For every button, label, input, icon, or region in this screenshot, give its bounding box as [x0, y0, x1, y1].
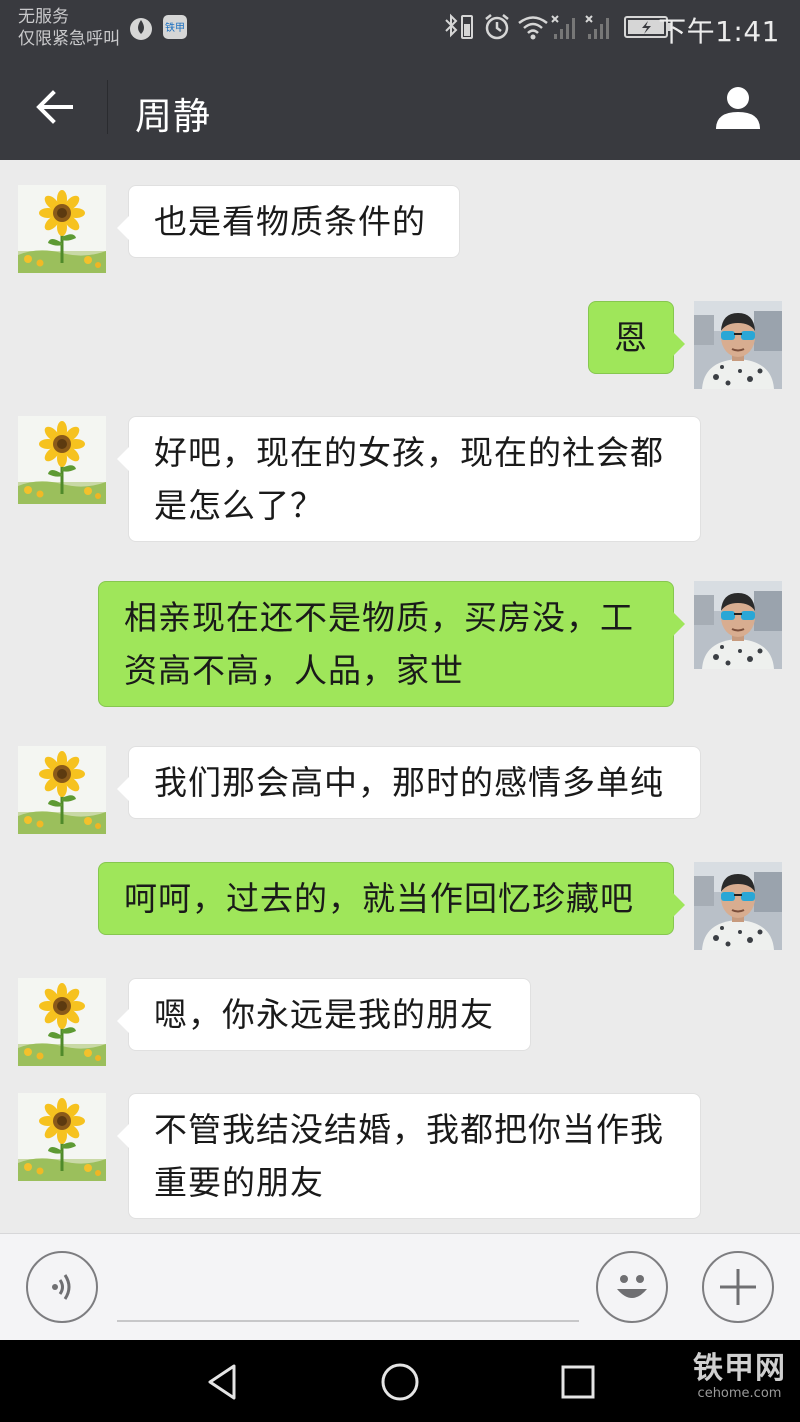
chat-info-button[interactable] [710, 82, 766, 134]
message-text: 我们那会高中，那时的感情多单纯 [154, 763, 664, 802]
plus-icon [720, 1269, 756, 1305]
contact-avatar[interactable] [18, 746, 106, 834]
carrier-line-2: 仅限紧急呼叫 [18, 29, 120, 49]
smiley-icon [617, 1275, 647, 1298]
app-badge-label: 铁甲 [165, 21, 185, 34]
contact-avatar[interactable] [18, 185, 106, 273]
site-watermark: 铁甲网 cehome.com [693, 1352, 786, 1402]
contact-avatar[interactable] [18, 1093, 106, 1181]
my-avatar[interactable] [694, 581, 782, 669]
carrier-line-1: 无服务 [18, 7, 69, 27]
system-nav-bar: 铁甲网 cehome.com [0, 1340, 800, 1422]
outgoing-message-bubble[interactable]: 恩 [588, 301, 685, 374]
incoming-message-bubble[interactable]: 嗯，你永远是我的朋友 [117, 978, 531, 1051]
more-actions-button[interactable] [702, 1251, 774, 1323]
input-bar [0, 1233, 800, 1340]
person-icon [716, 87, 760, 129]
triangle-back-icon [208, 1364, 236, 1400]
chat-message-list[interactable]: 也是看物质条件的 恩 好吧，现在的女孩，现在的社会都是怎么了？ 相亲现在还不是物… [0, 160, 800, 1233]
status-bar: 无服务 仅限紧急呼叫 铁甲 下午1:41 [0, 0, 800, 56]
bluetooth-icon [440, 12, 476, 46]
header-divider [107, 80, 108, 134]
contact-avatar[interactable] [18, 978, 106, 1066]
top-bar: 无服务 仅限紧急呼叫 铁甲 下午1:41 周静 [0, 0, 800, 160]
app-badge-icon: 铁甲 [162, 14, 188, 44]
message-text: 也是看物质条件的 [154, 202, 426, 241]
contact-avatar[interactable] [18, 416, 106, 504]
message-text: 嗯，你永远是我的朋友 [154, 995, 494, 1034]
carrier-info: 无服务 仅限紧急呼叫 [18, 6, 120, 50]
voice-icon [52, 1274, 71, 1300]
signal-2-icon [584, 12, 614, 46]
message-text: 相亲现在还不是物质，买房没，工资高不高，人品，家世 [124, 598, 634, 690]
chat-title: 周静 [135, 95, 211, 138]
signal-1-icon [550, 12, 580, 46]
incoming-message-bubble[interactable]: 也是看物质条件的 [117, 185, 460, 258]
nav-home-button[interactable] [376, 1358, 424, 1406]
status-time: 下午1:41 [658, 15, 780, 48]
incoming-message-bubble[interactable]: 我们那会高中，那时的感情多单纯 [117, 746, 701, 819]
watermark-sub: cehome.com [697, 1386, 782, 1401]
alarm-icon [482, 12, 512, 46]
message-input[interactable] [117, 1254, 579, 1318]
wifi-icon [516, 12, 550, 46]
outgoing-message-bubble[interactable]: 呵呵，过去的，就当作回忆珍藏吧 [98, 862, 685, 935]
incoming-message-bubble[interactable]: 不管我结没结婚，我都把你当作我重要的朋友 [117, 1093, 701, 1219]
outgoing-message-bubble[interactable]: 相亲现在还不是物质，买房没，工资高不高，人品，家世 [98, 581, 685, 707]
nav-recents-button[interactable] [554, 1358, 602, 1406]
notification-drop-icon [128, 15, 154, 45]
message-input-underline [117, 1320, 579, 1322]
incoming-message-bubble[interactable]: 好吧，现在的女孩，现在的社会都是怎么了？ [117, 416, 701, 542]
arrow-left-icon [36, 90, 73, 124]
nav-back-button[interactable] [198, 1358, 246, 1406]
emoji-button[interactable] [596, 1251, 668, 1323]
my-avatar[interactable] [694, 301, 782, 389]
back-button[interactable] [30, 82, 80, 132]
my-avatar[interactable] [694, 862, 782, 950]
message-text: 好吧，现在的女孩，现在的社会都是怎么了？ [154, 433, 664, 525]
watermark-main: 铁甲网 [693, 1351, 786, 1386]
message-text: 不管我结没结婚，我都把你当作我重要的朋友 [154, 1110, 664, 1202]
voice-input-button[interactable] [26, 1251, 98, 1323]
circle-home-icon [381, 1363, 419, 1401]
message-text: 恩 [614, 318, 648, 357]
message-text: 呵呵，过去的，就当作回忆珍藏吧 [124, 879, 634, 918]
square-recents-icon [561, 1365, 595, 1399]
